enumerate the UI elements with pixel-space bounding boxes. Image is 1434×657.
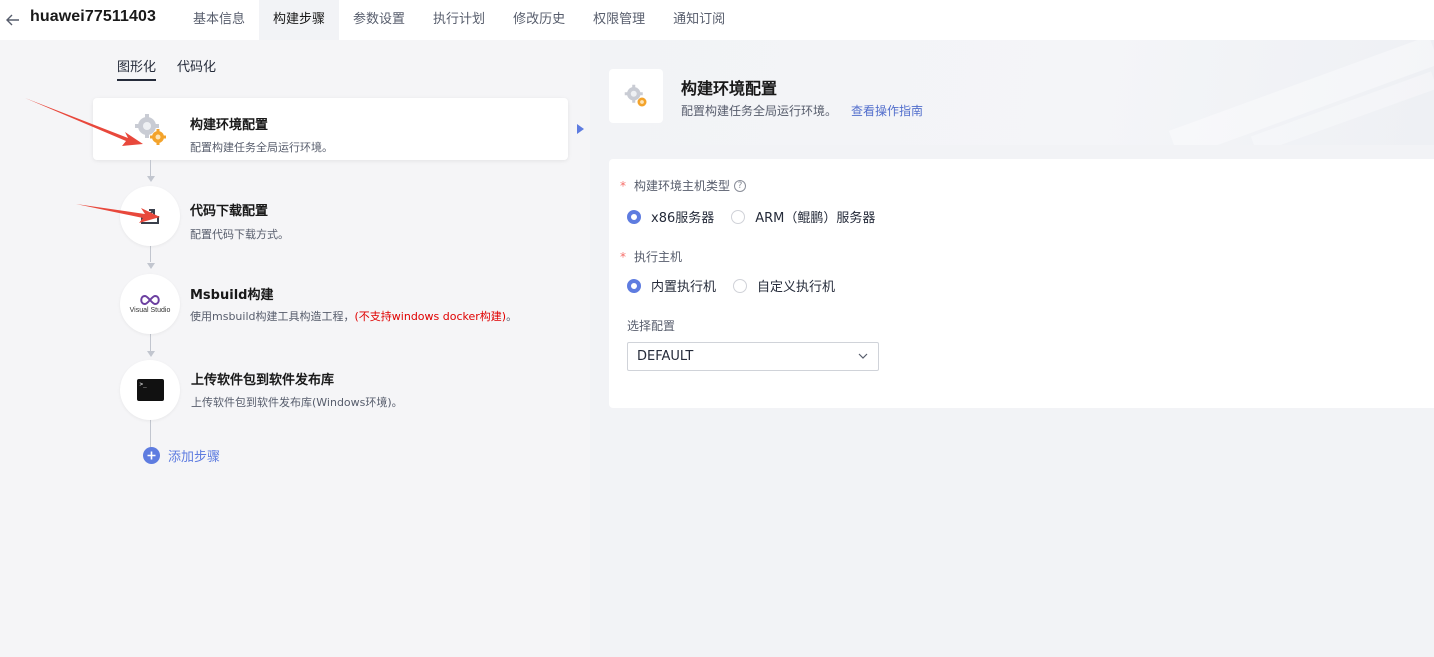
radio-checked-icon (627, 209, 641, 224)
radio-custom-executor[interactable]: 自定义执行机 (733, 276, 835, 295)
main-tabs: 基本信息 构建步骤 参数设置 执行计划 修改历史 权限管理 通知订阅 (179, 0, 739, 40)
required-mark: * (620, 178, 626, 193)
step-title-build-env: 构建环境配置 (190, 118, 269, 133)
step-desc-build-env: 配置构建任务全局运行环境。 (190, 141, 333, 154)
config-select-value: DEFAULT (637, 349, 694, 364)
step-desc-msbuild-text: 使用msbuild构建工具构造工程， (190, 310, 355, 323)
radio-arm-label: ARM（鲲鹏）服务器 (755, 211, 876, 226)
tab-basic-info[interactable]: 基本信息 (179, 0, 259, 40)
guide-link[interactable]: 查看操作指南 (851, 104, 923, 118)
radio-custom-label: 自定义执行机 (757, 280, 836, 295)
terminal-icon[interactable]: >_ (120, 360, 180, 420)
tab-parameters[interactable]: 参数设置 (339, 0, 419, 40)
config-select-label: 选择配置 (627, 317, 675, 334)
config-form: * 构建环境主机类型 ? x86服务器 ARM（鲲鹏）服务器 * 执行主机 内置… (609, 159, 1434, 408)
connector-arrow-icon (147, 176, 155, 182)
mode-tab-code[interactable]: 代码化 (177, 56, 216, 81)
radio-builtin-label: 内置执行机 (651, 280, 717, 295)
gear-cluster-icon (120, 99, 180, 159)
tab-build-steps[interactable]: 构建步骤 (259, 0, 340, 40)
connector-arrow-icon (147, 351, 155, 357)
config-desc: 配置构建任务全局运行环境。 查看操作指南 (681, 102, 923, 119)
radio-x86[interactable]: x86服务器 (627, 207, 714, 226)
expand-triangle-icon (577, 124, 584, 134)
step-desc-upload: 上传软件包到软件发布库(Windows环境)。 (191, 396, 403, 409)
visual-studio-label: Visual Studio (129, 307, 171, 314)
config-pane: 构建环境配置 配置构建任务全局运行环境。 查看操作指南 * 构建环境主机类型 ? … (590, 40, 1434, 657)
config-select[interactable]: DEFAULT (627, 342, 879, 371)
radio-checked-icon (627, 278, 641, 293)
connector-arrow-icon (147, 263, 155, 269)
config-select-label-text: 选择配置 (627, 319, 676, 333)
header-decoration-icon (1168, 40, 1434, 145)
steps-pane: 图形化 代码化 构建环境配置 配置构建任务全局运行环境。 代码下载配置 配置代码… (0, 40, 590, 657)
executor-label-text: 执行主机 (634, 250, 683, 264)
host-type-radios: x86服务器 ARM（鲲鹏）服务器 (627, 207, 892, 226)
tab-schedule[interactable]: 执行计划 (419, 0, 499, 40)
back-arrow-icon[interactable] (4, 9, 22, 31)
plus-icon (143, 447, 160, 464)
radio-builtin-executor[interactable]: 内置执行机 (627, 276, 716, 295)
job-title: huawei77511403 (30, 8, 156, 25)
config-header: 构建环境配置 配置构建任务全局运行环境。 查看操作指南 (590, 40, 1434, 145)
tab-history[interactable]: 修改历史 (499, 0, 579, 40)
step-desc-msbuild-warning: (不支持windows docker构建) (354, 310, 507, 323)
required-mark: * (620, 249, 626, 264)
host-type-label: * 构建环境主机类型 ? (620, 177, 747, 194)
step-desc-msbuild: 使用msbuild构建工具构造工程，(不支持windows docker构建)。 (190, 308, 517, 324)
add-step-button[interactable]: 添加步骤 (143, 446, 220, 465)
gear-cluster-icon (609, 69, 663, 123)
terminal-prompt: >_ (139, 381, 147, 388)
radio-unchecked-icon (733, 278, 748, 293)
executor-label: * 执行主机 (620, 248, 682, 265)
config-title: 构建环境配置 (681, 79, 778, 98)
radio-arm[interactable]: ARM（鲲鹏）服务器 (731, 207, 875, 226)
step-title-code-download[interactable]: 代码下载配置 (190, 200, 268, 219)
tab-permissions[interactable]: 权限管理 (579, 0, 659, 40)
executor-radios: 内置执行机 自定义执行机 (627, 276, 852, 295)
tab-notifications[interactable]: 通知订阅 (659, 0, 739, 40)
download-tray-icon[interactable] (120, 186, 180, 246)
step-title-upload[interactable]: 上传软件包到软件发布库 (191, 369, 334, 388)
mode-tab-graphical[interactable]: 图形化 (117, 56, 157, 81)
step-desc-code-download: 配置代码下载方式。 (190, 228, 289, 241)
visual-studio-icon[interactable]: Visual Studio (120, 274, 180, 334)
help-icon[interactable]: ? (734, 179, 747, 192)
top-bar: huawei77511403 基本信息 构建步骤 参数设置 执行计划 修改历史 … (0, 0, 1434, 40)
step-desc-msbuild-tail: 。 (506, 310, 518, 323)
mode-tabs: 图形化 代码化 (117, 56, 216, 81)
add-step-label: 添加步骤 (168, 450, 221, 465)
radio-x86-label: x86服务器 (651, 211, 715, 226)
step-connector (150, 418, 151, 448)
config-desc-text: 配置构建任务全局运行环境。 (681, 104, 838, 118)
chevron-down-icon (858, 353, 868, 359)
host-type-label-text: 构建环境主机类型 (634, 179, 731, 193)
step-connector (150, 332, 151, 352)
step-title-msbuild[interactable]: Msbuild构建 (190, 284, 273, 303)
radio-unchecked-icon (731, 209, 746, 224)
